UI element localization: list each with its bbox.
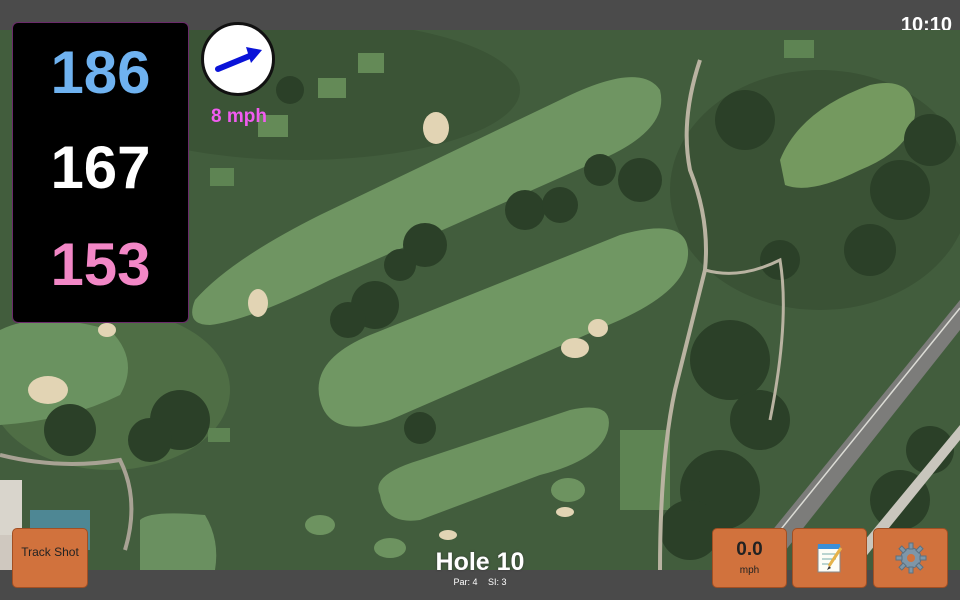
speed-unit: mph xyxy=(739,565,760,576)
hole-title: Hole 10 xyxy=(435,548,525,576)
hole-si: SI: 3 xyxy=(488,577,507,587)
hole-info: Par: 4 SI: 3 xyxy=(380,577,580,587)
center-distance: 167 xyxy=(50,134,151,201)
notes-button[interactable] xyxy=(792,528,867,588)
gear-icon xyxy=(895,542,926,574)
track-shot-button[interactable]: Track Shot xyxy=(12,528,88,588)
settings-button[interactable] xyxy=(873,528,948,588)
wind-speed: 8 mph xyxy=(211,106,267,127)
front-distance: 153 xyxy=(50,231,151,298)
wind-arrow-icon xyxy=(215,47,262,72)
wind-indicator xyxy=(201,22,275,96)
distance-panel: 186 167 153 xyxy=(12,22,189,323)
notepad-icon xyxy=(817,544,842,573)
speed-button[interactable]: 0.0 mph xyxy=(712,528,787,588)
back-distance: 186 xyxy=(50,39,151,106)
speed-value: 0.0 xyxy=(736,539,763,560)
hole-par: Par: 4 xyxy=(453,577,478,587)
